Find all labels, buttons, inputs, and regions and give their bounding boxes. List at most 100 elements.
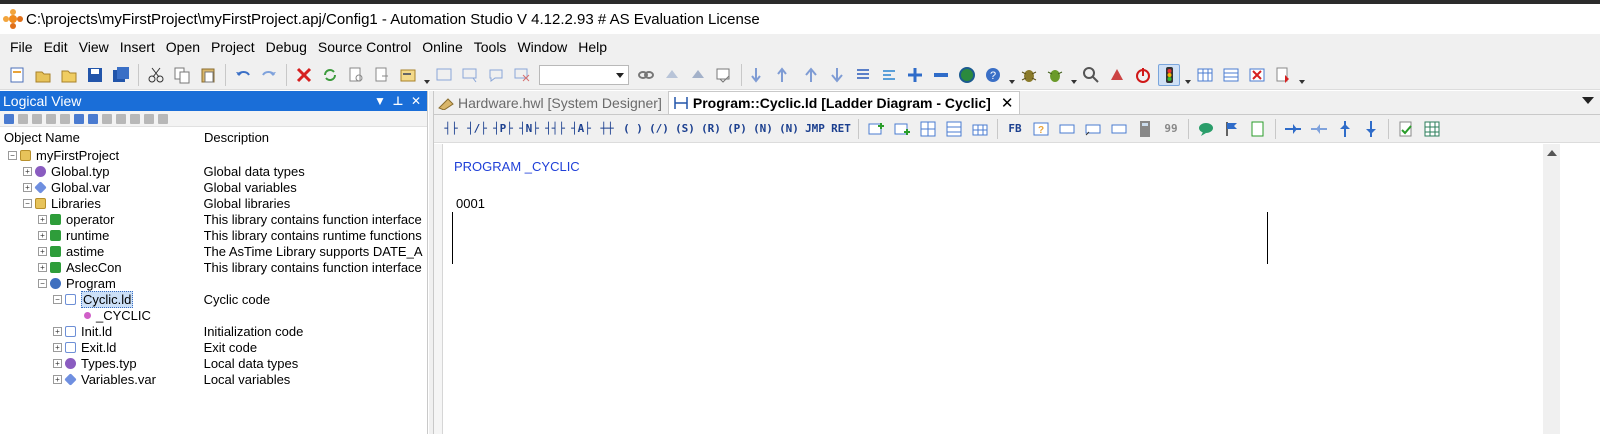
tree-row-libraries[interactable]: − Libraries Global libraries [0, 195, 427, 211]
coil-pn-icon[interactable]: (N) [779, 119, 799, 139]
tree-row-operator[interactable]: + operator This library contains function… [0, 211, 427, 227]
network-number[interactable]: 0001 [456, 196, 485, 211]
view-icon[interactable] [46, 113, 56, 124]
debug-run-icon[interactable] [1044, 64, 1066, 86]
menu-file[interactable]: File [4, 39, 38, 55]
collapse-icon[interactable]: − [8, 150, 17, 160]
transfer-icon[interactable] [661, 64, 683, 86]
tab-hardware[interactable]: Hardware.hwl [System Designer] [434, 91, 668, 114]
coil-n-icon[interactable]: (N) [753, 119, 773, 139]
table-icon[interactable] [1194, 64, 1216, 86]
chevron-down-icon[interactable]: ▼ [373, 94, 387, 108]
tree-row-runtime[interactable]: + runtime This library contains runtime f… [0, 227, 427, 243]
expand-icon[interactable]: + [38, 262, 47, 272]
column-description[interactable]: Description [204, 130, 427, 145]
connect-left-icon[interactable] [1309, 119, 1329, 139]
open-project-icon[interactable] [32, 64, 54, 86]
tree-row-types-typ[interactable]: + Types.typ Local data types [0, 355, 427, 371]
toolbar-overflow-icon[interactable] [423, 64, 430, 86]
close-tab-icon[interactable]: ✕ [1001, 94, 1014, 112]
find-in-files-icon[interactable] [345, 64, 367, 86]
tree-row-init-ld[interactable]: + Init.ld Initialization code [0, 323, 427, 339]
compare-icon[interactable] [713, 64, 735, 86]
move-block-icon[interactable] [1083, 119, 1103, 139]
insert-row-icon[interactable] [944, 119, 964, 139]
expand-icon[interactable]: + [38, 230, 47, 240]
contact-nc-icon[interactable]: ┤/├ [467, 119, 487, 139]
remove-table-icon[interactable] [1246, 64, 1268, 86]
menu-online[interactable]: Online [416, 39, 467, 55]
expand-icon[interactable]: + [53, 374, 62, 384]
tree-row-aslec-con[interactable]: + AslecCon This library contains function… [0, 259, 427, 275]
tree-row-astime[interactable]: + astime The AsTime Library supports DATE… [0, 243, 427, 259]
close-icon[interactable]: ✕ [409, 94, 423, 108]
window-icon[interactable] [433, 64, 455, 86]
export-icon[interactable] [1272, 64, 1294, 86]
tree-row-cyclic-program[interactable]: _CYCLIC [0, 307, 427, 323]
contact-p-icon[interactable]: ┤P├ [493, 119, 513, 139]
constant-icon[interactable]: 99 [1161, 119, 1181, 139]
menu-view[interactable]: View [73, 39, 114, 55]
replace-icon[interactable] [371, 64, 393, 86]
move-up-icon[interactable] [800, 64, 822, 86]
comment-icon[interactable] [1196, 119, 1216, 139]
power-icon[interactable] [1132, 64, 1154, 86]
editor-vertical-scrollbar[interactable] [1543, 144, 1560, 434]
tree-row-variables-var[interactable]: + Variables.var Local variables [0, 371, 427, 387]
function-block-help-icon[interactable]: ? [1031, 119, 1051, 139]
jump-icon[interactable]: JMP [805, 119, 825, 139]
insert-column-icon[interactable] [918, 119, 938, 139]
cross-arrows-icon[interactable] [904, 64, 926, 86]
view-icon[interactable] [116, 113, 126, 124]
filter-icon[interactable] [4, 113, 14, 124]
view-icon[interactable] [130, 113, 140, 124]
copy-icon[interactable] [171, 64, 193, 86]
open-folder-icon[interactable] [58, 64, 80, 86]
coil-p-icon[interactable]: (P) [727, 119, 747, 139]
help-icon[interactable]: ? [982, 64, 1004, 86]
function-block-icon[interactable]: FB [1005, 119, 1025, 139]
connect-right-icon[interactable] [1283, 119, 1303, 139]
clear-messages-icon[interactable] [511, 64, 533, 86]
view-icon[interactable] [18, 113, 28, 124]
view-icon[interactable] [32, 113, 42, 124]
collapse-icon[interactable]: − [23, 198, 32, 208]
check-document-icon[interactable] [1396, 119, 1416, 139]
collapse-icon[interactable]: − [53, 294, 62, 304]
tree-row-global-var[interactable]: + Global.var Global variables [0, 179, 427, 195]
assignment-icon[interactable] [1109, 119, 1129, 139]
sort-up-icon[interactable] [774, 64, 796, 86]
sort-down-icon[interactable] [748, 64, 770, 86]
grid-settings-icon[interactable] [1422, 119, 1442, 139]
return-icon[interactable]: RET [831, 119, 851, 139]
scroll-up-icon[interactable] [1547, 150, 1557, 156]
ladder-editor[interactable]: PROGRAM _CYCLIC 0001 [443, 144, 1543, 434]
toolbar-overflow-icon[interactable] [1070, 64, 1077, 86]
tree-row-cyclic-ld[interactable]: − Cyclic.ld Cyclic code [0, 290, 427, 308]
menu-project[interactable]: Project [205, 39, 260, 55]
expand-icon[interactable]: + [53, 326, 62, 336]
tree-row-global-typ[interactable]: + Global.typ Global data types [0, 163, 427, 179]
contact-no-icon[interactable]: ┤├ [441, 119, 461, 139]
menu-insert[interactable]: Insert [114, 39, 160, 55]
refresh-icon[interactable] [319, 64, 341, 86]
flag-icon[interactable] [1222, 119, 1242, 139]
connect-down-icon[interactable] [1361, 119, 1381, 139]
add-network-icon[interactable] [866, 119, 886, 139]
coil-reset-icon[interactable]: (R) [701, 119, 721, 139]
coil-negated-icon[interactable]: (/) [649, 119, 669, 139]
list-icon[interactable] [852, 64, 874, 86]
warm-restart-icon[interactable] [1106, 64, 1128, 86]
undo-icon[interactable] [232, 64, 254, 86]
pin-icon[interactable]: ⊥ [391, 94, 405, 108]
document-icon[interactable] [1248, 119, 1268, 139]
menu-tools[interactable]: Tools [468, 39, 512, 55]
tree-row-exit-ld[interactable]: + Exit.ld Exit code [0, 339, 427, 355]
contact-parallel-icon[interactable]: ┼┼ [597, 119, 617, 139]
view-icon[interactable] [60, 113, 70, 124]
check-icon[interactable] [88, 113, 98, 124]
coil-icon[interactable]: ( ) [623, 119, 643, 139]
package-icon[interactable] [74, 113, 84, 124]
link-icon[interactable] [635, 64, 657, 86]
menu-window[interactable]: Window [511, 39, 572, 55]
